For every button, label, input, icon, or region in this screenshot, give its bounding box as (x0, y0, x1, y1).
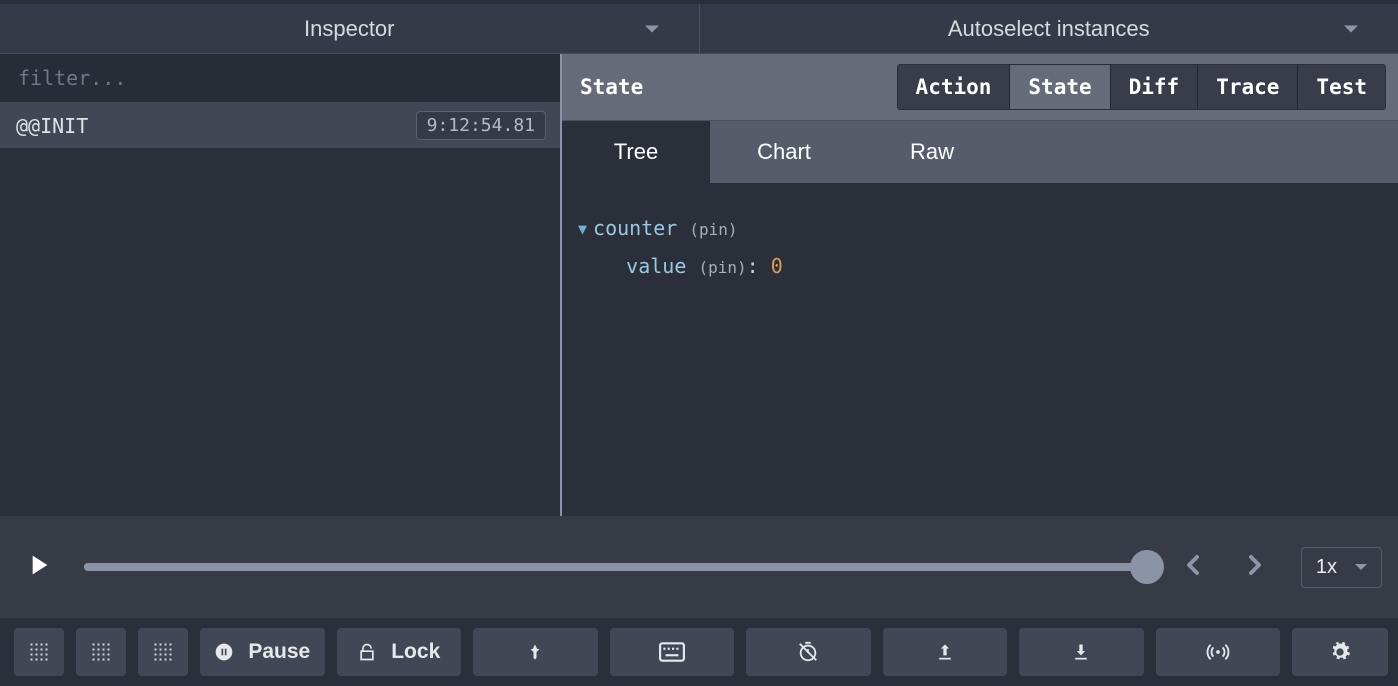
main-panels: @@INIT 9:12:54.81 State Action State Dif… (0, 54, 1398, 516)
lock-label: Lock (391, 640, 440, 664)
action-row[interactable]: @@INIT 9:12:54.81 (0, 103, 560, 148)
pause-label: Pause (248, 640, 310, 664)
action-name: @@INIT (16, 114, 88, 138)
lock-button[interactable]: Lock (337, 628, 462, 676)
tree-key: value (626, 254, 686, 278)
pin-icon (526, 641, 544, 663)
topbar-instances-dropdown[interactable]: Autoselect instances (700, 4, 1398, 53)
chevron-left-icon (1177, 549, 1209, 581)
tree-value: 0 (771, 254, 783, 278)
chevron-down-icon (1344, 25, 1358, 32)
pin-label[interactable]: (pin) (689, 220, 737, 239)
grid-icon (91, 642, 111, 662)
slider-handle[interactable] (1130, 550, 1164, 584)
topbar: Inspector Autoselect instances (0, 0, 1398, 54)
state-panel-title: State (580, 75, 643, 99)
tree-key: counter (593, 216, 677, 240)
chevron-down-icon (645, 25, 659, 32)
subtab-chart[interactable]: Chart (710, 121, 858, 183)
slider-track (84, 563, 1147, 571)
panel-layout-2-button[interactable] (76, 628, 126, 676)
lock-icon (357, 642, 377, 662)
action-time-badge: 9:12:54.81 (416, 111, 546, 140)
tab-trace[interactable]: Trace (1198, 65, 1298, 109)
timer-off-icon (797, 641, 819, 663)
topbar-inspector-dropdown[interactable]: Inspector (0, 4, 700, 53)
upload-icon (935, 641, 955, 663)
view-subtabs: Tree Chart Raw (562, 121, 1398, 183)
keyboard-icon (659, 642, 685, 662)
playback-bar: 1x (0, 516, 1398, 618)
download-button[interactable] (1019, 628, 1144, 676)
action-list-panel: @@INIT 9:12:54.81 (0, 54, 562, 516)
chevron-down-icon (1355, 564, 1367, 570)
prev-action-button[interactable] (1177, 549, 1209, 586)
state-panel-header: State Action State Diff Trace Test (562, 54, 1398, 121)
play-button[interactable] (22, 549, 54, 586)
expand-arrow-icon: ▼ (578, 215, 587, 244)
download-icon (1071, 641, 1091, 663)
timer-off-button[interactable] (746, 628, 871, 676)
subtab-raw[interactable]: Raw (858, 121, 1006, 183)
grid-icon (29, 642, 49, 662)
panel-layout-1-button[interactable] (14, 628, 64, 676)
pause-icon (214, 642, 234, 662)
speed-select[interactable]: 1x (1301, 547, 1382, 588)
pause-recording-button[interactable]: Pause (200, 628, 325, 676)
remote-button[interactable] (1156, 628, 1281, 676)
filter-input[interactable] (0, 54, 560, 103)
tab-test[interactable]: Test (1298, 65, 1385, 109)
tab-action[interactable]: Action (898, 65, 1011, 109)
inspector-tabs: Action State Diff Trace Test (897, 64, 1386, 110)
next-action-button[interactable] (1239, 549, 1271, 586)
tree-node-counter[interactable]: ▼counter (pin) (578, 209, 1382, 247)
pin-label[interactable]: (pin) (698, 258, 746, 277)
topbar-instances-label: Autoselect instances (948, 16, 1150, 42)
pin-button[interactable] (473, 628, 598, 676)
dispatch-button[interactable] (610, 628, 735, 676)
chevron-right-icon (1239, 549, 1271, 581)
upload-button[interactable] (883, 628, 1008, 676)
tree-node-value[interactable]: value (pin): 0 (578, 247, 1382, 285)
subtab-tree[interactable]: Tree (562, 121, 710, 183)
footer-toolbar: Pause Lock (0, 618, 1398, 686)
tab-state[interactable]: State (1010, 65, 1110, 109)
state-panel: State Action State Diff Trace Test Tree … (562, 54, 1398, 516)
playback-slider[interactable] (84, 563, 1147, 571)
panel-layout-3-button[interactable] (138, 628, 188, 676)
gear-icon (1329, 641, 1351, 663)
speed-label: 1x (1316, 556, 1337, 579)
settings-button[interactable] (1292, 628, 1388, 676)
topbar-inspector-label: Inspector (304, 16, 395, 42)
broadcast-icon (1206, 641, 1230, 663)
grid-icon (153, 642, 173, 662)
tab-diff[interactable]: Diff (1111, 65, 1199, 109)
play-icon (22, 549, 54, 581)
state-tree: ▼counter (pin) value (pin): 0 (562, 183, 1398, 516)
